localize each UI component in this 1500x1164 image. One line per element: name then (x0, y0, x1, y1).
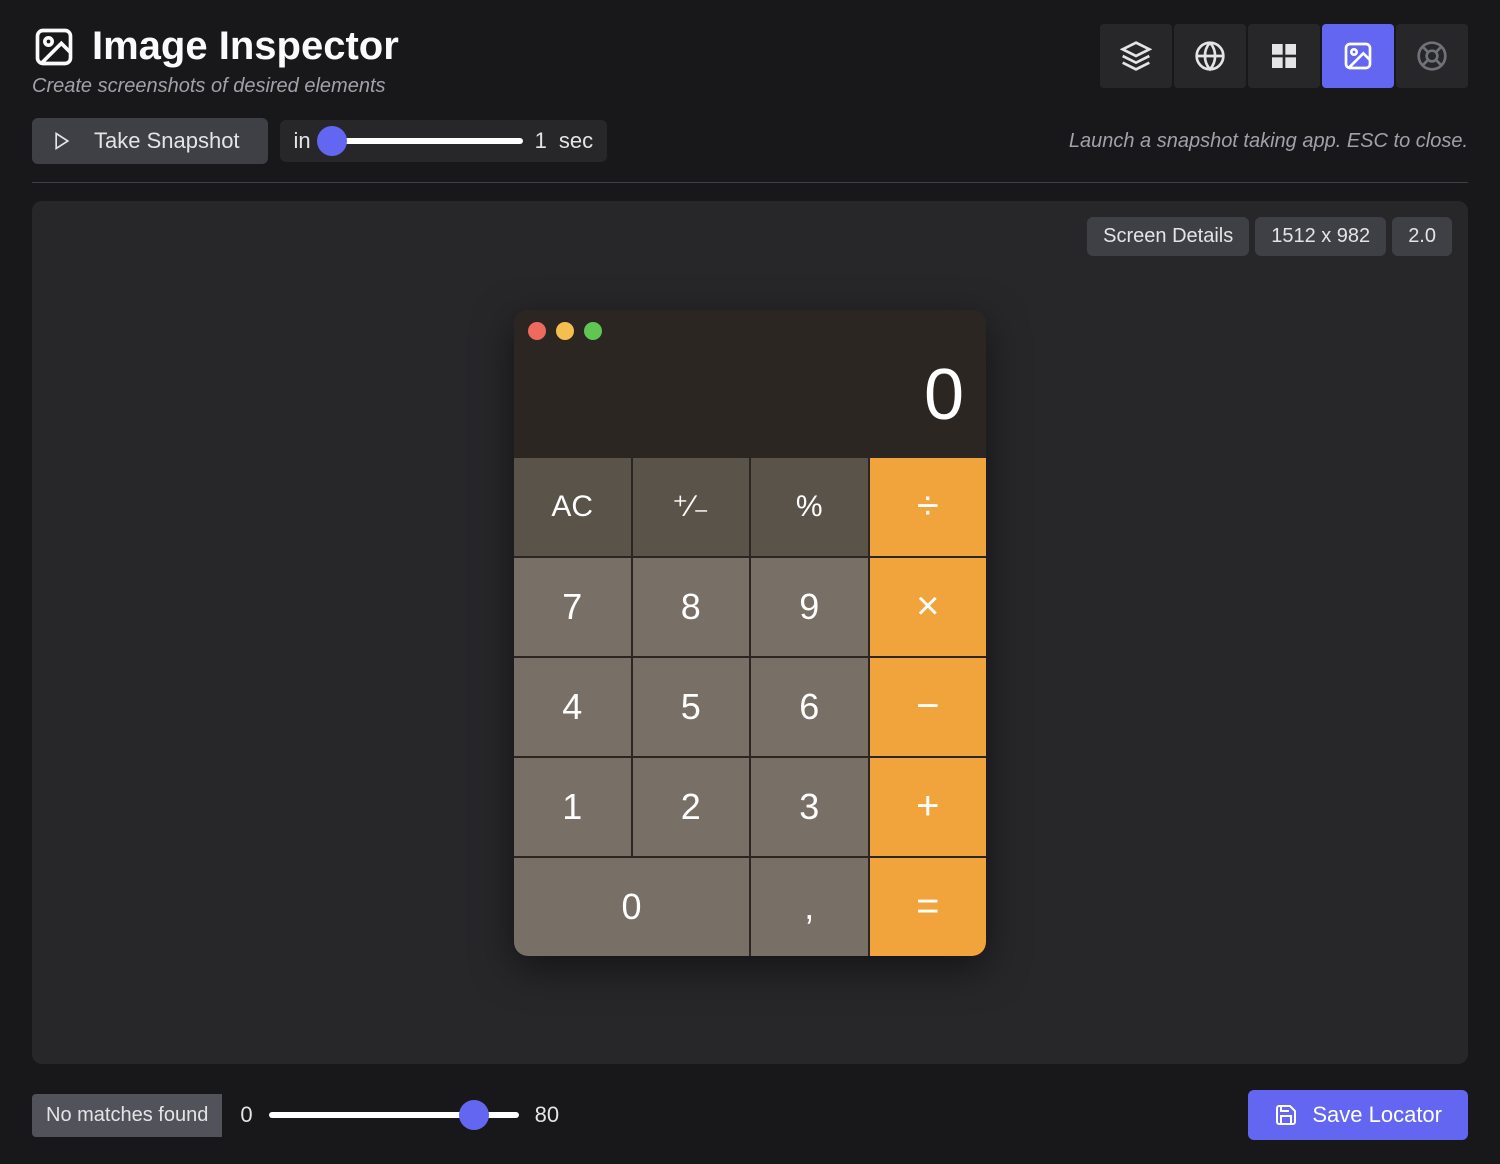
calculator-display: 0 (514, 348, 986, 458)
snapshot-button-label: Take Snapshot (94, 128, 240, 154)
screen-details-button[interactable]: Screen Details (1087, 217, 1249, 256)
window-controls (514, 310, 986, 348)
tab-image[interactable] (1322, 24, 1394, 88)
match-status: No matches found (32, 1094, 222, 1137)
save-button-label: Save Locator (1312, 1102, 1442, 1128)
calc-btn-1[interactable]: 1 (514, 758, 631, 856)
save-icon (1274, 1103, 1298, 1127)
take-snapshot-button[interactable]: Take Snapshot (32, 118, 268, 164)
page-title: Image Inspector (92, 24, 399, 69)
hint-text: Launch a snapshot taking app. ESC to clo… (1069, 130, 1468, 153)
tab-windows[interactable] (1248, 24, 1320, 88)
resolution-chip: 1512 x 982 (1255, 217, 1386, 256)
calc-btn-percent[interactable]: % (751, 458, 868, 556)
delay-control: in 1 sec (280, 120, 608, 162)
mode-tabs (1100, 24, 1468, 88)
calc-btn-6[interactable]: 6 (751, 658, 868, 756)
calc-btn-2[interactable]: 2 (633, 758, 750, 856)
delay-slider[interactable] (323, 138, 523, 144)
calc-btn-multiply[interactable]: × (870, 558, 987, 656)
fullscreen-icon[interactable] (584, 322, 602, 340)
delay-value: 1 (535, 128, 547, 154)
close-icon[interactable] (528, 322, 546, 340)
image-icon (32, 25, 76, 69)
calc-btn-minus[interactable]: − (870, 658, 987, 756)
threshold-slider[interactable] (269, 1112, 519, 1118)
calc-btn-8[interactable]: 8 (633, 558, 750, 656)
calc-btn-ac[interactable]: AC (514, 458, 631, 556)
delay-unit: sec (559, 128, 593, 154)
delay-prefix: in (294, 128, 311, 154)
slider-thumb[interactable] (317, 126, 347, 156)
tab-layers[interactable] (1100, 24, 1172, 88)
slider-thumb[interactable] (459, 1100, 489, 1130)
play-icon (52, 131, 72, 151)
save-locator-button[interactable]: Save Locator (1248, 1090, 1468, 1140)
calc-btn-9[interactable]: 9 (751, 558, 868, 656)
calc-btn-plus[interactable]: + (870, 758, 987, 856)
scale-chip: 2.0 (1392, 217, 1452, 256)
tab-globe[interactable] (1174, 24, 1246, 88)
calc-btn-7[interactable]: 7 (514, 558, 631, 656)
preview-area: Screen Details 1512 x 982 2.0 0 AC ⁺∕₋ %… (32, 201, 1468, 1064)
calc-btn-sign[interactable]: ⁺∕₋ (633, 458, 750, 556)
calculator-window: 0 AC ⁺∕₋ % ÷ 7 8 9 × 4 5 6 − 1 2 3 + 0 ,… (514, 310, 986, 956)
calc-btn-0[interactable]: 0 (514, 858, 749, 956)
range-min: 0 (240, 1102, 252, 1128)
calc-btn-equals[interactable]: = (870, 858, 987, 956)
calc-btn-3[interactable]: 3 (751, 758, 868, 856)
tab-help[interactable] (1396, 24, 1468, 88)
calc-btn-4[interactable]: 4 (514, 658, 631, 756)
calc-btn-5[interactable]: 5 (633, 658, 750, 756)
calc-btn-decimal[interactable]: , (751, 858, 868, 956)
calc-btn-divide[interactable]: ÷ (870, 458, 987, 556)
range-max: 80 (535, 1102, 559, 1128)
minimize-icon[interactable] (556, 322, 574, 340)
page-subtitle: Create screenshots of desired elements (32, 75, 399, 98)
